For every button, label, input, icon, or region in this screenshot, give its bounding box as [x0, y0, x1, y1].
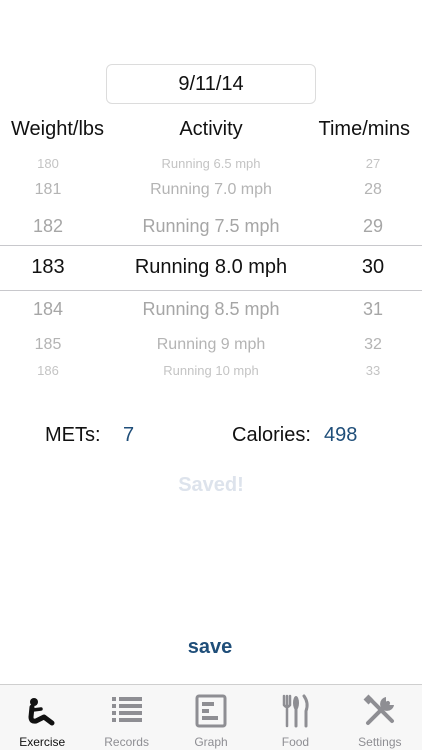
picker-row[interactable]: 186 Running 10 mph 33 — [0, 363, 422, 381]
tab-label: Graph — [194, 735, 228, 749]
save-button[interactable]: save — [160, 636, 260, 662]
picker-time: 33 — [365, 363, 381, 378]
graph-icon — [193, 693, 229, 729]
exercise-icon — [24, 693, 60, 729]
tab-bar: Exercise Records Graph Food Settings — [0, 684, 422, 750]
fork-knife-icon — [277, 693, 313, 729]
picker-row[interactable]: 185 Running 9 mph 32 — [0, 336, 422, 358]
stats-row: METs: 7 Calories: 498 — [0, 424, 422, 450]
exercise-picker[interactable]: 180 Running 6.5 mph 27 181 Running 7.0 m… — [0, 150, 422, 386]
picker-time: 31 — [362, 299, 384, 319]
picker-time: 27 — [365, 156, 381, 171]
picker-row[interactable]: 180 Running 6.5 mph 27 — [0, 156, 422, 174]
tab-food[interactable]: Food — [253, 685, 337, 750]
picker-row[interactable]: 181 Running 7.0 mph 28 — [0, 181, 422, 203]
tab-graph[interactable]: Graph — [169, 685, 253, 750]
tab-records[interactable]: Records — [84, 685, 168, 750]
tab-exercise[interactable]: Exercise — [0, 685, 84, 750]
picker-time: 30 — [361, 256, 385, 278]
tab-label: Exercise — [19, 735, 66, 749]
picker-selection-top-line — [0, 245, 422, 246]
saved-message: Saved! — [178, 474, 244, 496]
mets-label: METs: — [45, 424, 101, 446]
picker-selection-bottom-line — [0, 290, 422, 291]
date-field[interactable]: 9/11/14 — [106, 64, 316, 104]
tab-label: Food — [281, 735, 310, 749]
date-text: 9/11/14 — [178, 72, 244, 95]
picker-row[interactable]: 182 Running 7.5 mph 29 — [0, 216, 422, 240]
tab-settings[interactable]: Settings — [338, 685, 422, 750]
picker-time: 28 — [364, 181, 382, 198]
mets-value: 7 — [123, 424, 135, 446]
picker-row-selected[interactable]: 183 Running 8.0 mph 30 — [0, 256, 422, 282]
list-icon — [109, 693, 145, 729]
time-column-header: Time/mins — [318, 118, 410, 140]
tab-label: Records — [104, 735, 149, 749]
column-headers: Weight/lbs Activity Time/mins — [0, 118, 422, 148]
picker-row[interactable]: 184 Running 8.5 mph 31 — [0, 299, 422, 323]
calories-value: 498 — [324, 424, 358, 446]
picker-time: 29 — [362, 216, 384, 236]
calories-label: Calories: — [232, 424, 311, 446]
tab-label: Settings — [358, 735, 402, 749]
tools-icon — [362, 693, 398, 729]
picker-time: 32 — [364, 336, 382, 353]
